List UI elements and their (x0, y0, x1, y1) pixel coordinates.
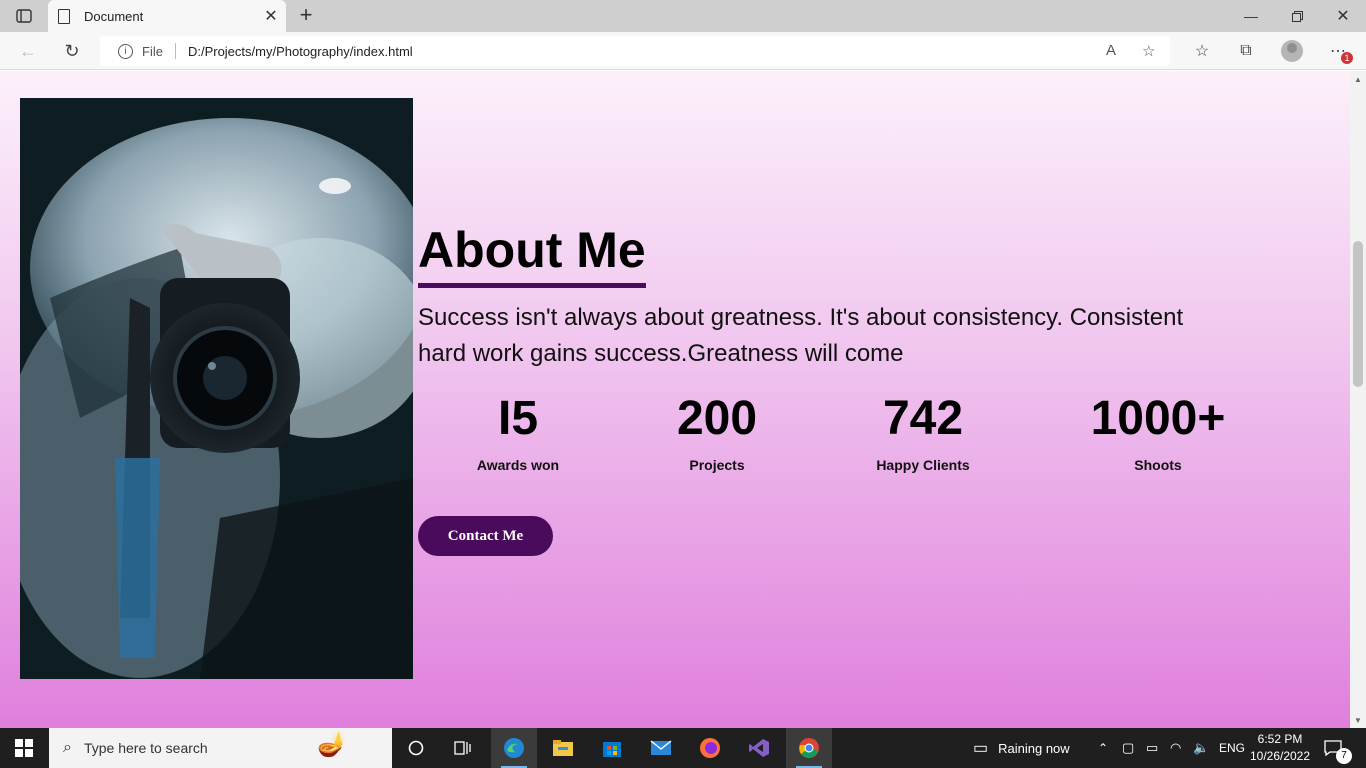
tab-title: Document (84, 8, 144, 24)
url-text[interactable]: D:/Projects/my/Photography/index.html (188, 44, 413, 59)
stat-label: Awards won (476, 457, 560, 473)
windows-taskbar: ⌕ Type here to search 🪔 ▭ Raining now ⌃ … (0, 728, 1366, 768)
stat-clients: 742 Happy Clients (823, 392, 1023, 474)
close-window-button[interactable]: ✕ (1320, 0, 1366, 32)
chrome-icon[interactable] (786, 728, 832, 768)
stat-projects: 200 Projects (617, 392, 817, 474)
notification-badge: 1 (1341, 52, 1353, 64)
action-center-button[interactable]: 7 (1324, 728, 1352, 768)
address-bar[interactable]: i File D:/Projects/my/Photography/index.… (100, 36, 1170, 66)
scroll-down-icon[interactable]: ▼ (1354, 716, 1362, 725)
stats-row: I5 Awards won 200 Projects 742 Happy Cli… (418, 393, 1318, 483)
about-heading: About Me (418, 221, 646, 288)
browser-tab[interactable]: Document ✕ (48, 0, 286, 32)
weather-widget[interactable]: ▭ Raining now (973, 728, 1070, 768)
weather-icon: ▭ (973, 740, 989, 757)
refresh-button[interactable]: ↻ (58, 37, 86, 65)
info-icon[interactable]: i (118, 43, 133, 59)
stat-value: I5 (497, 392, 539, 445)
stat-label: Shoots (1134, 457, 1182, 473)
tab-actions-icon (16, 9, 32, 23)
stat-value: 1000+ (1090, 392, 1226, 445)
scrollbar-thumb[interactable] (1353, 241, 1363, 387)
collections-icon[interactable]: ⧉ (1235, 40, 1257, 62)
back-button[interactable]: ← (14, 37, 42, 65)
add-favorite-icon[interactable]: ☆ (1142, 42, 1155, 60)
restore-icon (1291, 10, 1303, 22)
address-separator (174, 43, 176, 59)
start-button[interactable] (0, 728, 48, 768)
volume-icon[interactable]: 🔈 (1193, 728, 1209, 768)
notification-count-badge: 7 (1336, 748, 1352, 764)
clock-date: 10/26/2022 (1249, 749, 1311, 763)
tab-strip: Document ✕ + — ✕ (0, 0, 1366, 32)
stat-value: 742 (882, 392, 964, 445)
read-aloud-icon[interactable]: A (1106, 42, 1116, 59)
windows-logo-icon (15, 739, 33, 757)
about-section: About Me Success isn't always about grea… (418, 221, 1318, 372)
camera-photo (20, 98, 413, 679)
store-icon[interactable] (589, 728, 635, 768)
taskbar-search[interactable]: ⌕ Type here to search 🪔 (49, 728, 392, 768)
contact-me-button[interactable]: Contact Me (418, 516, 553, 556)
minimize-button[interactable]: — (1228, 0, 1274, 32)
cortana-icon[interactable] (393, 728, 439, 768)
system-clock[interactable]: 6:52 PM 10/26/2022 (1245, 731, 1315, 765)
file-explorer-icon[interactable] (540, 728, 586, 768)
stat-shoots: 1000+ Shoots (1058, 392, 1258, 474)
search-placeholder: Type here to search (83, 740, 208, 756)
visual-studio-icon[interactable] (736, 728, 782, 768)
profile-avatar[interactable] (1281, 40, 1303, 62)
about-text: Success isn't always about greatness. It… (418, 304, 1184, 367)
address-scheme-label: File (142, 43, 163, 59)
diwali-lamp-icon[interactable]: 🪔 (317, 730, 347, 759)
show-hidden-icons[interactable]: ⌃ (1098, 728, 1108, 768)
firefox-icon[interactable] (687, 728, 733, 768)
page-scrollbar[interactable]: ▲ ▼ (1350, 71, 1366, 728)
clock-time: 6:52 PM (1257, 732, 1303, 746)
favorites-icon[interactable]: ☆ (1191, 40, 1213, 62)
document-icon (58, 8, 70, 24)
stat-label: Happy Clients (876, 457, 970, 473)
search-icon: ⌕ (63, 739, 72, 756)
close-tab-icon[interactable]: ✕ (256, 6, 286, 26)
battery-icon[interactable]: ▭ (1146, 728, 1158, 768)
weather-text: Raining now (998, 740, 1070, 756)
scroll-up-icon[interactable]: ▲ (1354, 75, 1362, 84)
page-content: About Me Success isn't always about grea… (0, 71, 1350, 728)
stat-awards: I5 Awards won (418, 392, 618, 474)
meet-now-icon[interactable]: ▢ (1122, 728, 1134, 768)
photographer-image (20, 98, 413, 679)
task-view-icon[interactable] (440, 728, 486, 768)
mail-icon[interactable] (638, 728, 684, 768)
new-tab-button[interactable]: + (294, 4, 318, 28)
stat-label: Projects (689, 457, 745, 473)
restore-button[interactable] (1274, 0, 1320, 32)
tab-actions-button[interactable] (8, 4, 40, 28)
edge-browser-icon[interactable] (491, 728, 537, 768)
language-indicator[interactable]: ENG (1219, 728, 1245, 768)
browser-toolbar: ← ↻ i File D:/Projects/my/Photography/in… (0, 32, 1366, 70)
wifi-icon[interactable]: ◠ (1170, 728, 1181, 768)
stat-value: 200 (676, 392, 758, 445)
